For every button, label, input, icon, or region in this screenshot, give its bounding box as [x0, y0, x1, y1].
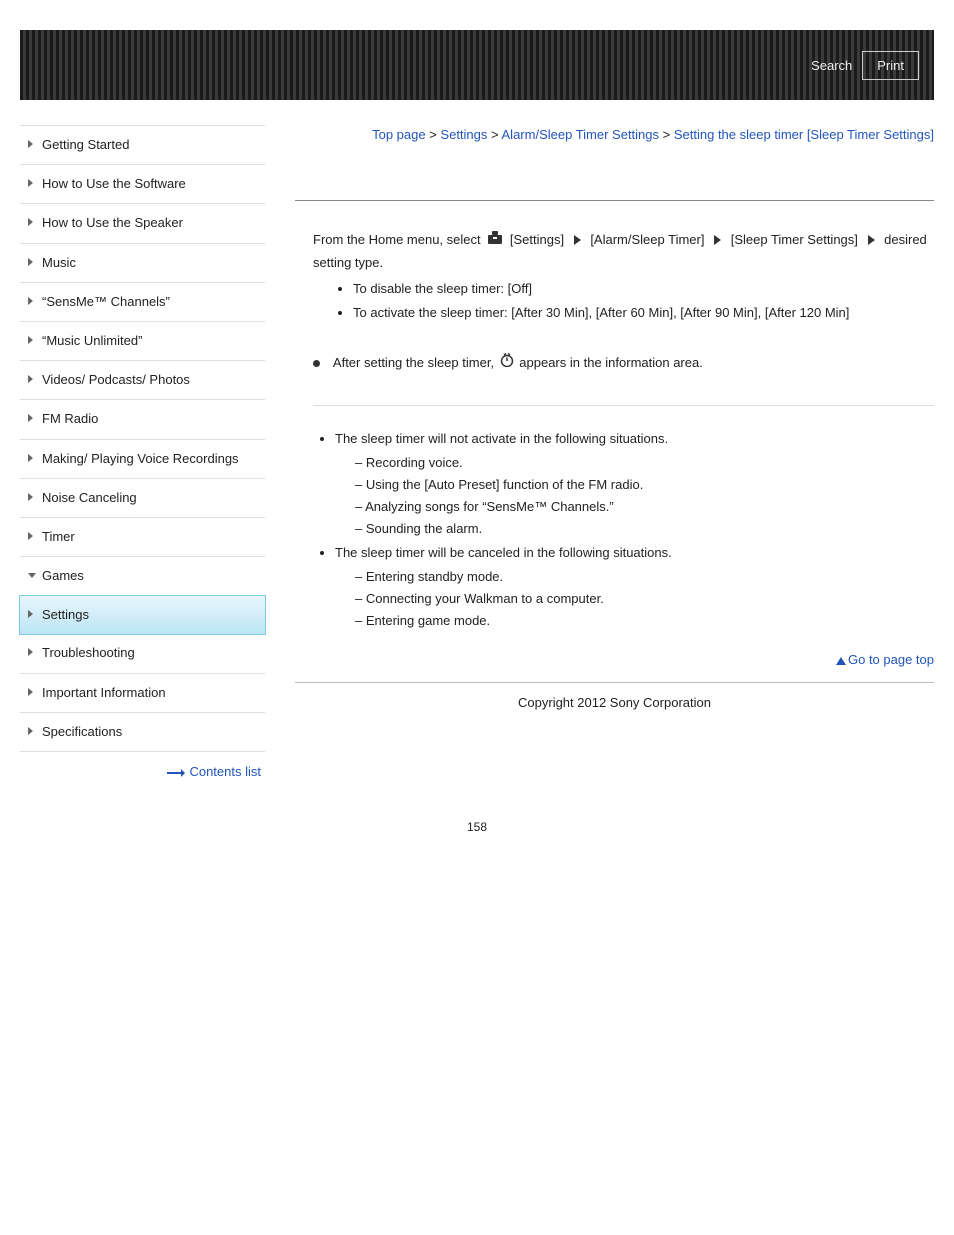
arrow-right-icon: [714, 235, 721, 245]
list-item: Using the [Auto Preset] function of the …: [355, 474, 934, 496]
sidebar-item-how-to-use-speaker[interactable]: How to Use the Speaker: [20, 204, 265, 243]
sidebar-item-label: Settings: [42, 607, 89, 622]
sidebar-item-label: How to Use the Software: [42, 176, 186, 191]
list-item: Analyzing songs for “SensMe™ Channels.”: [355, 496, 934, 518]
breadcrumb-settings[interactable]: Settings: [440, 127, 487, 142]
main-content: Top page > Settings > Alarm/Sleep Timer …: [295, 125, 934, 780]
breadcrumb-sep: >: [487, 127, 501, 142]
note-block: The sleep timer will not activate in the…: [313, 405, 934, 633]
sidebar-item-label: Making/ Playing Voice Recordings: [42, 451, 239, 466]
copyright: Copyright 2012 Sony Corporation: [295, 683, 934, 750]
breadcrumb-alarm[interactable]: Alarm/Sleep Timer Settings: [502, 127, 660, 142]
sidebar-item-games[interactable]: Games: [20, 557, 265, 596]
sidebar-item-label: Getting Started: [42, 137, 129, 152]
breadcrumb-sep: >: [659, 127, 674, 142]
text: [Alarm/Sleep Timer]: [590, 232, 704, 247]
arrow-right-icon: [167, 765, 185, 780]
sidebar-item-settings[interactable]: Settings: [19, 595, 266, 635]
text: appears in the information area.: [519, 355, 703, 370]
note-item: The sleep timer will be canceled in the …: [335, 542, 934, 632]
arrow-right-icon: [574, 235, 581, 245]
bullet-icon: [313, 360, 320, 367]
sidebar-item-noise-canceling[interactable]: Noise Canceling: [20, 479, 265, 518]
text: The sleep timer will be canceled in the …: [335, 545, 672, 560]
options-list: To disable the sleep timer: [Off] To act…: [313, 278, 934, 324]
text: [Sleep Timer Settings]: [731, 232, 858, 247]
sidebar-item-label: “SensMe™ Channels”: [42, 294, 170, 309]
sidebar-item-music[interactable]: Music: [20, 244, 265, 283]
go-to-top-link[interactable]: Go to page top: [848, 652, 934, 667]
text: From the Home menu, select: [313, 232, 484, 247]
list-item: Sounding the alarm.: [355, 518, 934, 540]
page-number: 158: [20, 780, 934, 874]
settings-icon: [486, 229, 504, 252]
sidebar-item-sensme[interactable]: “SensMe™ Channels”: [20, 283, 265, 322]
sidebar-item-label: “Music Unlimited”: [42, 333, 142, 348]
breadcrumb-sep: >: [426, 127, 441, 142]
sidebar: Getting Started How to Use the Software …: [20, 125, 265, 780]
hint-line: After setting the sleep timer, appears i…: [313, 352, 934, 375]
text: After setting the sleep timer,: [333, 355, 498, 370]
sidebar-item-videos-podcasts-photos[interactable]: Videos/ Podcasts/ Photos: [20, 361, 265, 400]
sidebar-item-label: Specifications: [42, 724, 122, 739]
sidebar-item-important-info[interactable]: Important Information: [20, 674, 265, 713]
sidebar-item-specifications[interactable]: Specifications: [20, 713, 265, 752]
arrow-right-icon: [868, 235, 875, 245]
arrow-up-icon: [836, 657, 846, 665]
sidebar-item-fm-radio[interactable]: FM Radio: [20, 400, 265, 439]
sidebar-item-troubleshooting[interactable]: Troubleshooting: [20, 634, 265, 673]
text: [Settings]: [510, 232, 564, 247]
sidebar-item-label: Troubleshooting: [42, 645, 135, 660]
text: The sleep timer will not activate in the…: [335, 431, 668, 446]
sidebar-item-timer[interactable]: Timer: [20, 518, 265, 557]
divider: [295, 200, 934, 201]
instruction-line: From the Home menu, select [Settings] [A…: [313, 229, 934, 274]
sidebar-item-label: FM Radio: [42, 411, 98, 426]
header-bar: Search Print: [20, 30, 934, 100]
sidebar-item-label: Games: [42, 568, 84, 583]
contents-list: Contents list: [20, 752, 265, 780]
list-item: Entering game mode.: [355, 610, 934, 632]
sidebar-item-how-to-use-software[interactable]: How to Use the Software: [20, 165, 265, 204]
breadcrumb-current[interactable]: Setting the sleep timer [Sleep Timer Set…: [674, 127, 934, 142]
sidebar-item-label: Important Information: [42, 685, 166, 700]
sidebar-item-music-unlimited[interactable]: “Music Unlimited”: [20, 322, 265, 361]
sleep-timer-icon: [500, 352, 514, 374]
go-to-top: Go to page top: [295, 652, 934, 667]
list-item: Entering standby mode.: [355, 566, 934, 588]
contents-list-link[interactable]: Contents list: [189, 764, 261, 779]
sidebar-item-label: Videos/ Podcasts/ Photos: [42, 372, 190, 387]
list-item: Recording voice.: [355, 452, 934, 474]
breadcrumb: Top page > Settings > Alarm/Sleep Timer …: [295, 125, 934, 145]
list-item: Connecting your Walkman to a computer.: [355, 588, 934, 610]
sidebar-item-getting-started[interactable]: Getting Started: [20, 126, 265, 165]
breadcrumb-top[interactable]: Top page: [372, 127, 426, 142]
list-item: To disable the sleep timer: [Off]: [353, 278, 934, 300]
sidebar-item-label: Noise Canceling: [42, 490, 137, 505]
sidebar-item-label: Timer: [42, 529, 75, 544]
sidebar-item-label: Music: [42, 255, 76, 270]
print-button[interactable]: Print: [862, 51, 919, 80]
search-link[interactable]: Search: [811, 58, 852, 73]
list-item: To activate the sleep timer: [After 30 M…: [353, 302, 934, 324]
sidebar-item-label: How to Use the Speaker: [42, 215, 183, 230]
sidebar-item-voice-recordings[interactable]: Making/ Playing Voice Recordings: [20, 440, 265, 479]
note-item: The sleep timer will not activate in the…: [335, 428, 934, 540]
